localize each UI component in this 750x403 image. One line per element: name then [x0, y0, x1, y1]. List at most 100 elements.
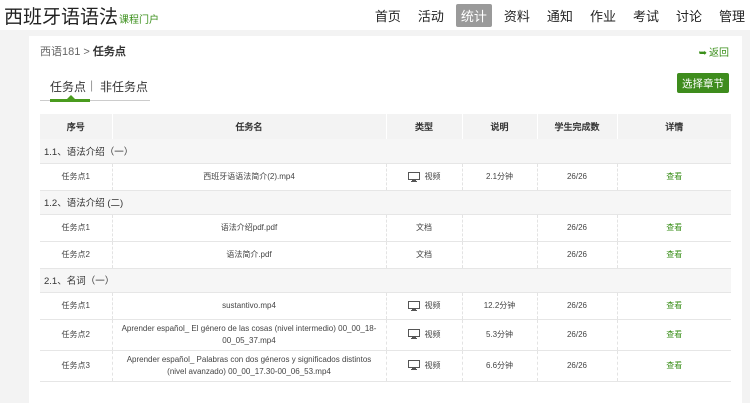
header-task-name: 任务名: [112, 114, 387, 139]
task-completed-count: 26/26: [537, 214, 618, 242]
active-tab-indicator: [50, 99, 90, 102]
table-header-row: 序号 任务名 类型 说明 学生完成数 详情: [40, 114, 731, 139]
chapter-group-row: 1.1、语法介绍（一）: [40, 139, 731, 164]
task-description: 2.1分钟: [462, 163, 538, 191]
content-panel: 西语181 > 任务点 ➥ 返回 任务点 | 非任务点 选择章节 序号 任务名 类…: [29, 36, 742, 403]
table-row: 任务点3 Aprender español_ Palabras con dos g…: [40, 350, 731, 382]
header-completed: 学生完成数: [537, 114, 618, 139]
select-chapter-button[interactable]: 选择章节: [677, 73, 729, 93]
task-seq: 任务点3: [40, 350, 113, 382]
task-completed-count: 26/26: [537, 241, 618, 269]
back-label: 返回: [709, 48, 729, 59]
monitor-icon: [407, 329, 420, 340]
top-bar: 西班牙语语法课程门户 首页 活动 统计 资料 通知 作业 考试 讨论 管理: [0, 0, 750, 30]
header-details: 详情: [617, 114, 731, 139]
table-body: 1.1、语法介绍（一） 任务点1 西班牙语语法简介(2).mp4 视频 2.1分钟 26/…: [40, 139, 731, 382]
chapter-group-row: 1.2、语法介绍 (二): [40, 190, 731, 215]
task-type: 视频: [386, 350, 463, 382]
task-type-label: 视频: [424, 329, 441, 339]
back-arrow-icon: ➥: [698, 48, 707, 59]
task-detail-cell: 查看: [617, 292, 731, 320]
nav-item[interactable]: 统计: [455, 3, 492, 27]
view-detail-link[interactable]: 查看: [666, 172, 682, 181]
course-brand[interactable]: 西班牙语语法课程门户: [4, 2, 159, 29]
task-detail-cell: 查看: [617, 319, 731, 351]
monitor-icon: [407, 171, 420, 182]
chapter-group-row: 2.1、名词（一）: [40, 268, 731, 293]
task-type: 视频: [386, 319, 463, 351]
task-type-label: 视频: [424, 172, 441, 181]
tab-task-points[interactable]: 任务点: [50, 78, 86, 95]
task-type: 视频: [386, 163, 463, 191]
main-nav: 首页 活动 统计 资料 通知 作业 考试 讨论 管理: [363, 0, 750, 30]
nav-item[interactable]: 管理: [714, 4, 750, 27]
task-seq: 任务点1: [40, 163, 113, 191]
task-type: 文档: [386, 241, 463, 269]
breadcrumb-parent[interactable]: 西语181: [40, 46, 80, 58]
task-completed-count: 26/26: [537, 319, 618, 351]
monitor-icon: [407, 360, 420, 371]
breadcrumb-separator: >: [83, 46, 90, 58]
tab-non-task-points[interactable]: 非任务点: [100, 78, 148, 95]
nav-item[interactable]: 讨论: [671, 4, 707, 27]
task-detail-cell: 查看: [617, 350, 731, 382]
monitor-icon: [407, 300, 420, 311]
nav-item[interactable]: 作业: [585, 4, 621, 27]
nav-item[interactable]: 首页: [370, 4, 406, 27]
task-name: 语法简介.pdf: [112, 241, 387, 269]
task-table: 序号 任务名 类型 说明 学生完成数 详情 1.1、语法介绍（一） 任务点1 西班牙…: [40, 114, 731, 382]
task-type-label: 文档: [416, 250, 432, 259]
task-detail-cell: 查看: [617, 241, 731, 269]
task-seq: 任务点2: [40, 319, 113, 351]
task-description: 12.2分钟: [462, 292, 538, 320]
header-description: 说明: [462, 114, 538, 139]
chapter-title: 1.1、语法介绍（一）: [40, 139, 731, 164]
task-name: 西班牙语语法简介(2).mp4: [112, 163, 387, 191]
table-row: 任务点1 西班牙语语法简介(2).mp4 视频 2.1分钟 26/26 查看: [40, 163, 731, 191]
task-type: 文档: [386, 214, 463, 242]
task-name: Aprender español_ El género de las cosas…: [112, 319, 387, 351]
breadcrumb: 西语181 > 任务点: [40, 43, 126, 59]
tab-bar: 任务点 | 非任务点: [40, 73, 150, 102]
task-name: sustantivo.mp4: [112, 292, 387, 320]
task-description: [462, 214, 538, 242]
task-seq: 任务点2: [40, 241, 113, 269]
task-type: 视频: [386, 292, 463, 320]
task-completed-count: 26/26: [537, 350, 618, 382]
task-type-label: 视频: [424, 360, 441, 370]
nav-item[interactable]: 资料: [499, 4, 535, 27]
task-description: 6.6分钟: [462, 350, 538, 382]
chapter-title: 2.1、名词（一）: [40, 268, 731, 293]
task-type-label: 视频: [424, 301, 441, 310]
task-detail-cell: 查看: [617, 163, 731, 191]
view-detail-link[interactable]: 查看: [666, 361, 682, 370]
view-detail-link[interactable]: 查看: [666, 301, 682, 310]
nav-item[interactable]: 考试: [628, 4, 664, 27]
task-description: [462, 241, 538, 269]
task-description: 5.3分钟: [462, 319, 538, 351]
active-tab-caret: [67, 95, 75, 99]
back-link[interactable]: ➥ 返回: [699, 44, 729, 59]
header-type: 类型: [386, 114, 463, 139]
view-detail-link[interactable]: 查看: [666, 330, 682, 339]
nav-item[interactable]: 通知: [542, 4, 578, 27]
task-type-label: 文档: [416, 223, 432, 232]
breadcrumb-current: 任务点: [92, 46, 126, 58]
tab-separator: |: [90, 78, 94, 92]
task-name: 语法介绍pdf.pdf: [112, 214, 387, 242]
table-row: 任务点1 sustantivo.mp4 视频 12.2分钟 26/26 查看: [40, 292, 731, 320]
task-seq: 任务点1: [40, 292, 113, 320]
course-portal-label: 课程门户: [119, 15, 160, 26]
view-detail-link[interactable]: 查看: [666, 223, 682, 232]
table-row: 任务点2 语法简介.pdf 文档 26/26 查看: [40, 241, 731, 269]
task-name: Aprender español_ Palabras con dos géner…: [112, 350, 387, 382]
chapter-title: 1.2、语法介绍 (二): [40, 190, 731, 215]
task-completed-count: 26/26: [537, 292, 618, 320]
task-seq: 任务点1: [40, 214, 113, 242]
table-row: 任务点1 语法介绍pdf.pdf 文档 26/26 查看: [40, 214, 731, 242]
course-title: 西班牙语语法: [4, 6, 119, 28]
task-completed-count: 26/26: [537, 163, 618, 191]
nav-item[interactable]: 活动: [413, 4, 449, 27]
header-seq: 序号: [40, 114, 113, 139]
view-detail-link[interactable]: 查看: [666, 250, 682, 259]
